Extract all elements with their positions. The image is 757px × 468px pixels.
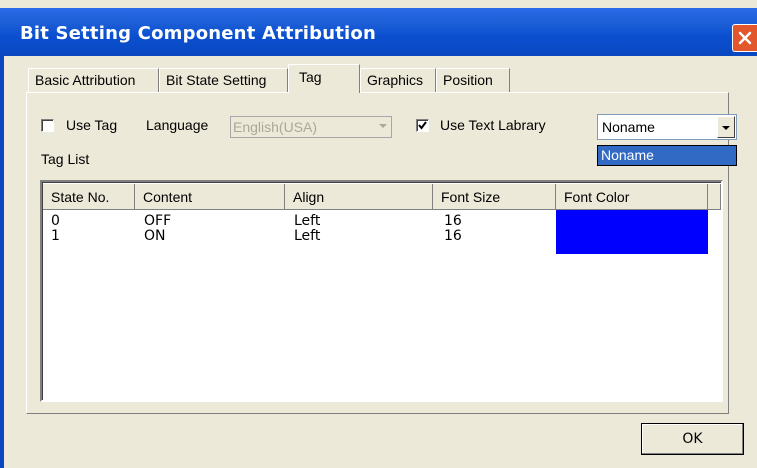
close-icon	[738, 31, 752, 45]
column-header-state-no[interactable]: State No.	[43, 184, 135, 210]
text-library-select[interactable]: Noname	[597, 114, 737, 140]
cell-state: 1	[51, 228, 60, 244]
cell-font-size: 16	[444, 228, 462, 244]
tab-position[interactable]: Position	[436, 68, 510, 92]
chevron-down-icon	[379, 124, 387, 128]
tag-list-label: Tag List	[41, 151, 90, 167]
tab-basic-attribution[interactable]: Basic Attribution	[28, 68, 159, 92]
font-color-swatch[interactable]	[556, 210, 708, 254]
use-text-library-checkbox[interactable]	[416, 119, 429, 132]
tag-list-table[interactable]: State No. Content Align Font Size Font C…	[40, 180, 723, 402]
language-select[interactable]: English(USA)	[230, 116, 392, 138]
text-library-option[interactable]: Noname	[597, 145, 737, 166]
tab-tag[interactable]: Tag	[288, 64, 360, 93]
text-library-value: Noname	[602, 119, 655, 135]
use-text-library-label: Use Text Labrary	[440, 117, 546, 133]
cell-content: ON	[144, 228, 166, 244]
header-label: Align	[293, 189, 325, 205]
tab-label: Bit State Setting	[166, 72, 267, 88]
header-label: State No.	[51, 189, 110, 205]
chevron-down-icon	[722, 126, 730, 130]
check-icon	[418, 121, 427, 130]
column-header-font-size[interactable]: Font Size	[433, 184, 556, 210]
language-label: Language	[146, 117, 209, 133]
dropdown-button[interactable]	[717, 116, 735, 138]
window-title: Bit Setting Component Attribution	[20, 23, 377, 44]
header-label: Content	[143, 189, 193, 205]
dialog-window: Bit Setting Component Attribution Basic …	[0, 0, 757, 468]
tab-bit-state-setting[interactable]: Bit State Setting	[159, 68, 288, 92]
tab-label: Tag	[299, 69, 322, 85]
cell-content: OFF	[144, 213, 172, 229]
window-border	[0, 56, 4, 468]
use-tag-checkbox[interactable]	[41, 119, 54, 132]
header-label: Font Size	[441, 189, 501, 205]
close-button[interactable]	[732, 24, 757, 52]
column-header-content[interactable]: Content	[135, 184, 285, 210]
ok-button[interactable]: OK	[641, 423, 744, 455]
use-tag-label: Use Tag	[66, 117, 118, 133]
tab-label: Position	[443, 72, 493, 88]
cell-font-size: 16	[444, 213, 462, 229]
tab-graphics[interactable]: Graphics	[360, 68, 436, 92]
column-header-font-color[interactable]: Font Color	[556, 184, 708, 210]
language-value: English(USA)	[233, 119, 318, 135]
title-bar[interactable]: Bit Setting Component Attribution	[0, 8, 757, 56]
cell-state: 0	[51, 213, 60, 229]
option-label: Noname	[601, 147, 654, 163]
tab-label: Graphics	[367, 72, 424, 88]
cell-align: Left	[294, 213, 321, 229]
header-label: Font Color	[564, 189, 630, 205]
column-header-filler	[708, 184, 721, 210]
column-header-align[interactable]: Align	[285, 184, 433, 210]
cell-align: Left	[294, 228, 321, 244]
tab-label: Basic Attribution	[35, 72, 136, 88]
